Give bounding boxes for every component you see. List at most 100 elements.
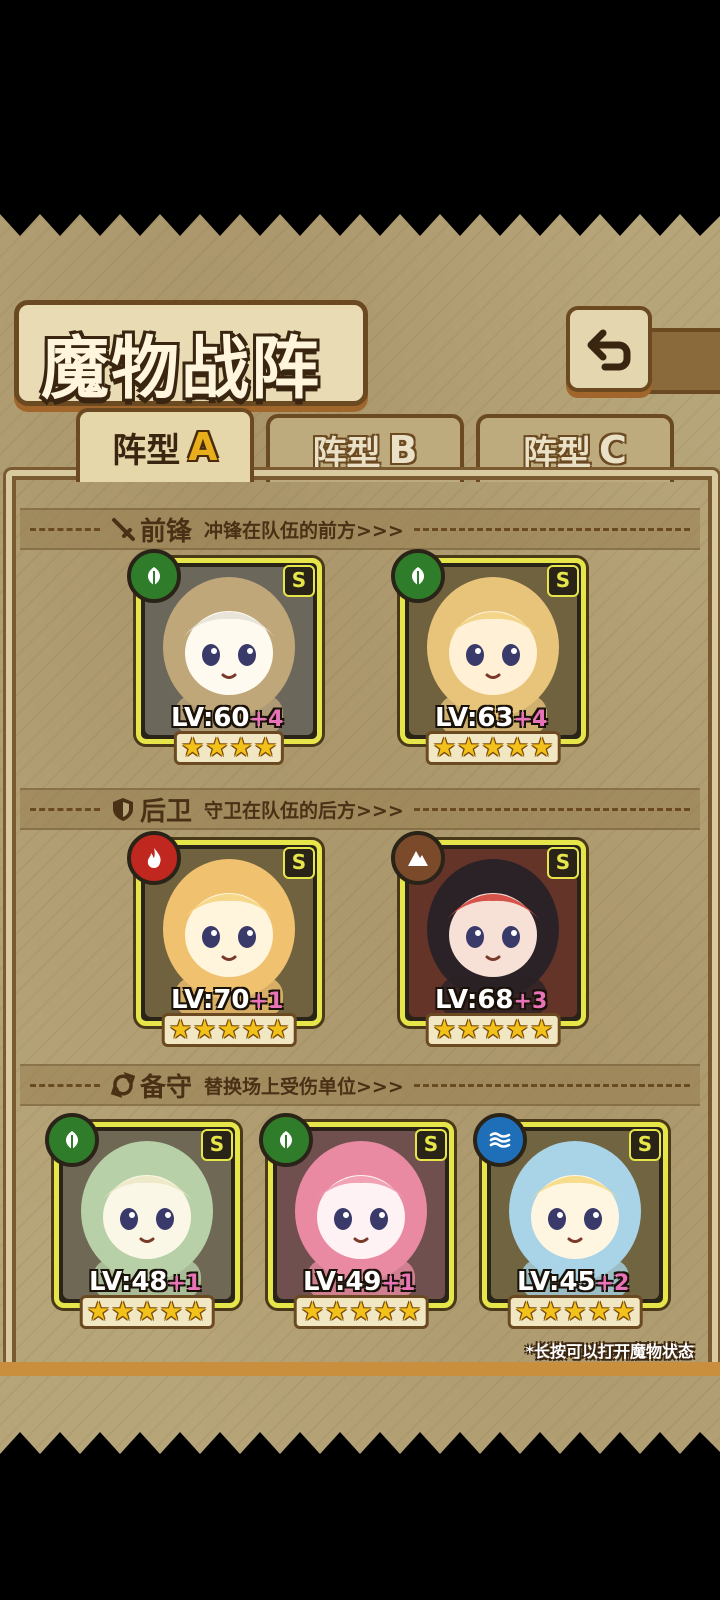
section-reserve-header: 备守 替换场上受伤单位>>> bbox=[20, 1064, 700, 1106]
unit-card-reserve-2[interactable]: S LV:49+1 ★ ★ ★ ★ ★ bbox=[259, 1113, 454, 1329]
mountain-icon bbox=[391, 831, 445, 885]
star-icon: ★ bbox=[325, 1297, 349, 1327]
unit-card-reserve-1[interactable]: S LV:48+1 ★ ★ ★ ★ ★ bbox=[45, 1113, 240, 1329]
star-rating: ★ ★ ★ ★ ★ bbox=[507, 1295, 643, 1329]
level-text: LV:70 bbox=[171, 985, 250, 1015]
star-icon: ★ bbox=[205, 733, 229, 763]
unit-card-front-1[interactable]: S LV:60+4 ★ ★ ★ ★ bbox=[127, 549, 322, 765]
unit-card-reserve-3[interactable]: S LV:45+2 ★ ★ ★ ★ ★ bbox=[473, 1113, 668, 1329]
star-icon: ★ bbox=[265, 1015, 290, 1045]
rank-badge: S bbox=[547, 847, 579, 879]
star-icon: ★ bbox=[300, 1297, 325, 1327]
title-plaque: 魔物战阵 bbox=[14, 300, 368, 409]
leaf-icon bbox=[391, 549, 445, 603]
torn-edge-top bbox=[0, 196, 720, 236]
divider bbox=[30, 1083, 100, 1087]
tab-formation-a[interactable]: 阵型 A bbox=[76, 408, 254, 482]
level-plus: +1 bbox=[249, 989, 284, 1014]
star-icon: ★ bbox=[481, 1015, 505, 1045]
rank-badge: S bbox=[283, 565, 315, 597]
water-icon bbox=[473, 1113, 527, 1167]
unit-level: LV:45+2 bbox=[517, 1267, 629, 1297]
tab-label: 阵型 bbox=[312, 433, 381, 474]
star-icon: ★ bbox=[432, 1015, 457, 1045]
star-icon: ★ bbox=[587, 1297, 611, 1327]
section-back-subtitle: 守卫在队伍的后方>>> bbox=[204, 799, 404, 822]
star-icon: ★ bbox=[180, 733, 205, 763]
section-reserve-subtitle: 替换场上受伤单位>>> bbox=[204, 1075, 404, 1098]
unit-level: LV:48+1 bbox=[89, 1267, 201, 1297]
unit-level: LV:68+3 bbox=[435, 985, 547, 1015]
back-button[interactable] bbox=[566, 306, 652, 392]
star-icon: ★ bbox=[457, 733, 481, 763]
star-rating: ★ ★ ★ ★ ★ bbox=[293, 1295, 429, 1329]
unit-card-front-2[interactable]: S LV:63+4 ★ ★ ★ ★ ★ bbox=[391, 549, 586, 765]
divider bbox=[413, 527, 690, 531]
star-icon: ★ bbox=[373, 1297, 397, 1327]
fire-icon bbox=[127, 831, 181, 885]
leaf-icon bbox=[45, 1113, 99, 1167]
star-rating: ★ ★ ★ ★ ★ bbox=[79, 1295, 215, 1329]
unit-level: LV:60+4 bbox=[171, 703, 283, 733]
back-button-frame bbox=[640, 328, 720, 394]
star-icon: ★ bbox=[481, 733, 505, 763]
level-plus: +3 bbox=[513, 989, 548, 1014]
level-plus: +1 bbox=[167, 1271, 202, 1296]
star-icon: ★ bbox=[349, 1297, 373, 1327]
star-icon: ★ bbox=[135, 1297, 159, 1327]
star-icon: ★ bbox=[168, 1015, 193, 1045]
level-text: LV:49 bbox=[303, 1267, 382, 1297]
star-rating: ★ ★ ★ ★ ★ bbox=[161, 1013, 297, 1047]
star-icon: ★ bbox=[229, 733, 253, 763]
torn-edge-bottom bbox=[0, 1432, 720, 1472]
star-icon: ★ bbox=[193, 1015, 217, 1045]
unit-level: LV:63+4 bbox=[435, 703, 547, 733]
section-front-header: 前锋 冲锋在队伍的前方>>> bbox=[20, 508, 700, 550]
level-text: LV:63 bbox=[435, 703, 514, 733]
unit-level: LV:70+1 bbox=[171, 985, 283, 1015]
rank-badge: S bbox=[283, 847, 315, 879]
tab-letter: A bbox=[188, 425, 218, 469]
star-rating: ★ ★ ★ ★ ★ bbox=[425, 1013, 561, 1047]
level-plus: +4 bbox=[513, 707, 548, 732]
level-text: LV:48 bbox=[89, 1267, 168, 1297]
tab-letter: C bbox=[599, 428, 627, 472]
swap-icon bbox=[110, 1072, 136, 1098]
section-front-subtitle: 冲锋在队伍的前方>>> bbox=[204, 519, 404, 542]
section-front-title: 前锋 bbox=[140, 516, 193, 547]
panel-bottom-strip bbox=[0, 1362, 720, 1376]
star-icon: ★ bbox=[217, 1015, 241, 1045]
star-icon: ★ bbox=[505, 1015, 529, 1045]
star-icon: ★ bbox=[529, 1015, 554, 1045]
star-icon: ★ bbox=[183, 1297, 208, 1327]
star-icon: ★ bbox=[514, 1297, 539, 1327]
star-icon: ★ bbox=[611, 1297, 636, 1327]
star-icon: ★ bbox=[159, 1297, 183, 1327]
star-icon: ★ bbox=[529, 733, 554, 763]
star-icon: ★ bbox=[397, 1297, 422, 1327]
level-text: LV:68 bbox=[435, 985, 514, 1015]
leaf-icon bbox=[259, 1113, 313, 1167]
star-icon: ★ bbox=[457, 1015, 481, 1045]
rank-badge: S bbox=[547, 565, 579, 597]
shield-icon bbox=[113, 798, 133, 821]
star-icon: ★ bbox=[241, 1015, 265, 1045]
long-press-hint: *长按可以打开魔物状态 bbox=[525, 1342, 694, 1361]
rank-badge: S bbox=[201, 1129, 233, 1161]
star-icon: ★ bbox=[86, 1297, 111, 1327]
divider bbox=[30, 807, 100, 811]
level-text: LV:45 bbox=[517, 1267, 596, 1297]
star-icon: ★ bbox=[111, 1297, 135, 1327]
return-arrow-icon bbox=[587, 329, 631, 371]
tab-letter: B bbox=[388, 428, 418, 472]
unit-card-back-2[interactable]: S LV:68+3 ★ ★ ★ ★ ★ bbox=[391, 831, 586, 1047]
star-icon: ★ bbox=[539, 1297, 563, 1327]
rank-badge: S bbox=[415, 1129, 447, 1161]
unit-card-back-1[interactable]: S LV:70+1 ★ ★ ★ ★ ★ bbox=[127, 831, 322, 1047]
section-back-header: 后卫 守卫在队伍的后方>>> bbox=[20, 788, 700, 830]
unit-level: LV:49+1 bbox=[303, 1267, 415, 1297]
star-rating: ★ ★ ★ ★ ★ bbox=[425, 731, 561, 765]
section-reserve-title: 备守 bbox=[140, 1072, 193, 1103]
tab-label: 阵型 bbox=[112, 430, 181, 471]
section-back-title: 后卫 bbox=[140, 796, 193, 827]
